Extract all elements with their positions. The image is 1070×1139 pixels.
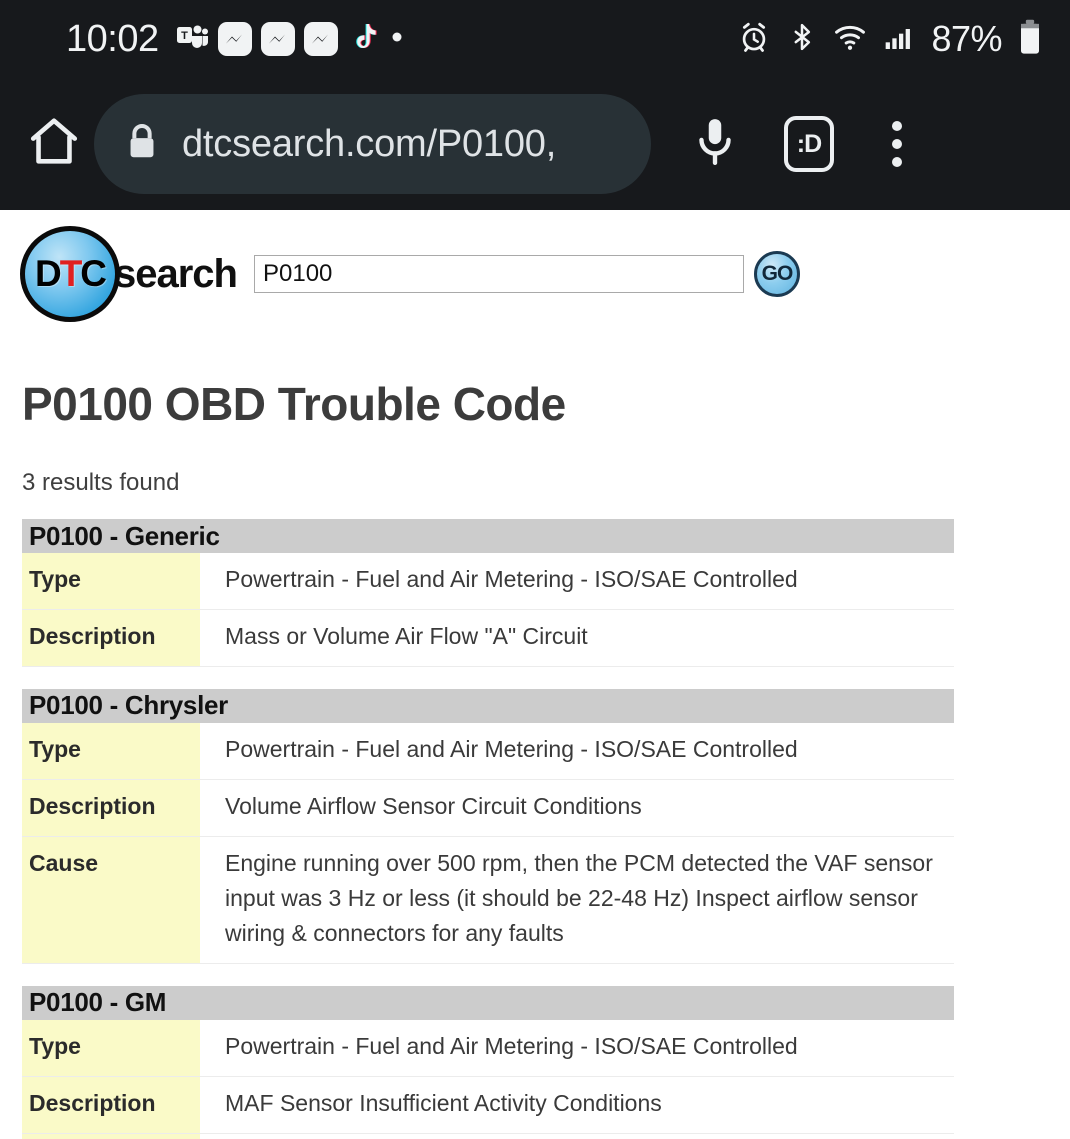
row-value: No MAF sensor codes set, engine speed ov… <box>200 1133 954 1139</box>
result-block: P0100 - Generic Type Powertrain - Fuel and… <box>22 519 954 667</box>
result-heading: P0100 - GM <box>22 985 954 1020</box>
logo-letter-t: T <box>59 253 83 294</box>
table-row: Description MAF Sensor Insufficient Activ… <box>22 1076 954 1134</box>
messenger-icon <box>303 22 338 56</box>
row-label: Type <box>22 1019 200 1077</box>
status-bar-right: 87% <box>737 18 1042 60</box>
row-value: Powertrain - Fuel and Air Metering - ISO… <box>225 735 798 762</box>
site-logo[interactable]: DTC search <box>20 226 238 322</box>
row-value: Mass or Volume Air Flow "A" Circuit <box>225 622 588 649</box>
row-value: Volume Airflow Sensor Circuit Conditions <box>225 792 642 819</box>
row-label: Description <box>22 779 200 837</box>
result-heading: P0100 - Generic <box>22 519 954 553</box>
dtc-logo-badge: DTC <box>20 226 120 322</box>
page-title: P0100 OBD Trouble Code <box>22 378 566 430</box>
logo-letter-d: D <box>34 253 62 294</box>
wifi-icon <box>833 20 867 59</box>
messenger-icon <box>260 22 295 56</box>
overflow-menu-button[interactable] <box>861 108 933 180</box>
result-block: P0100 - Chrysler Type Powertrain - Fuel an… <box>22 688 954 964</box>
go-button[interactable]: GO <box>753 251 800 297</box>
row-label: Type <box>22 553 200 610</box>
table-row: Description Volume Airflow Sensor Circuit… <box>22 779 954 837</box>
results-container: P0100 - Generic Type Powertrain - Fuel and… <box>0 519 1070 1139</box>
row-value: Powertrain - Fuel and Air Metering - ISO… <box>225 1032 798 1059</box>
home-icon <box>25 113 83 176</box>
lock-icon <box>124 121 160 168</box>
table-row: Type Powertrain - Fuel and Air Metering -… <box>22 553 954 610</box>
row-label: Description <box>22 609 200 667</box>
results-count: 3 results found <box>22 469 180 496</box>
tab-count-label: :D <box>784 116 834 172</box>
teams-icon: T <box>175 20 209 59</box>
notification-dot-icon <box>388 28 406 51</box>
home-button[interactable] <box>20 110 88 178</box>
site-search-form: GO <box>253 251 1070 297</box>
result-table: Type Powertrain - Fuel and Air Metering -… <box>22 553 954 667</box>
tab-switcher-button[interactable]: :D <box>773 108 845 180</box>
messenger-icon <box>217 22 252 56</box>
row-label: Cause <box>22 836 200 964</box>
table-row: Type Powertrain - Fuel and Air Metering -… <box>22 1019 954 1077</box>
row-value: Engine running over 500 rpm, then the PC… <box>225 849 933 946</box>
table-row: Cause Engine running over 500 rpm, then t… <box>22 836 954 964</box>
svg-text:T: T <box>181 30 188 42</box>
url-text: dtcsearch.com/P0100, <box>182 122 557 165</box>
row-value: Powertrain - Fuel and Air Metering - ISO… <box>225 566 798 592</box>
web-page: DTC search GO P0100 OBD Trouble Code 3 r… <box>0 210 1070 1139</box>
url-bar[interactable]: dtcsearch.com/P0100, <box>94 94 651 194</box>
logo-word: search <box>114 251 238 296</box>
phone-chrome: 10:02 T 87% dtcsearch.com/P0100,:D <box>0 0 1070 210</box>
search-input[interactable] <box>253 255 744 293</box>
overflow-menu-icon <box>892 121 902 167</box>
result-table: Type Powertrain - Fuel and Air Metering -… <box>22 1019 954 1139</box>
voice-search-button[interactable] <box>679 108 751 180</box>
table-row: Type Powertrain - Fuel and Air Metering -… <box>22 722 954 780</box>
alarm-icon <box>737 20 771 59</box>
row-value: MAF Sensor Insufficient Activity Conditi… <box>225 1089 662 1116</box>
battery-percent-label: 87% <box>931 18 1002 59</box>
table-row: CauseNo MAF sensor codes set, engine spe… <box>22 1133 954 1139</box>
status-clock: 10:02 <box>66 17 159 60</box>
result-heading: P0100 - Chrysler <box>22 688 954 723</box>
row-label: Description <box>22 1076 200 1134</box>
table-row: Description Mass or Volume Air Flow "A" C… <box>22 609 954 667</box>
row-label: Type <box>22 722 200 780</box>
logo-letter-c: C <box>80 253 107 294</box>
bluetooth-icon <box>787 20 817 59</box>
cell-signal-icon <box>883 21 915 58</box>
site-header: DTC search GO <box>0 210 1070 322</box>
result-table: Type Powertrain - Fuel and Air Metering -… <box>22 722 954 964</box>
status-bar: 10:02 T 87% <box>0 0 1070 78</box>
browser-toolbar: dtcsearch.com/P0100, :D <box>0 78 1070 210</box>
status-bar-left: 10:02 T <box>66 18 406 61</box>
row-label: Cause <box>22 1133 200 1139</box>
battery-icon <box>1018 19 1042 60</box>
tiktok-icon <box>347 20 379 59</box>
result-block: P0100 - GM Type Powertrain - Fuel and Air … <box>22 985 954 1139</box>
microphone-icon <box>690 114 740 175</box>
